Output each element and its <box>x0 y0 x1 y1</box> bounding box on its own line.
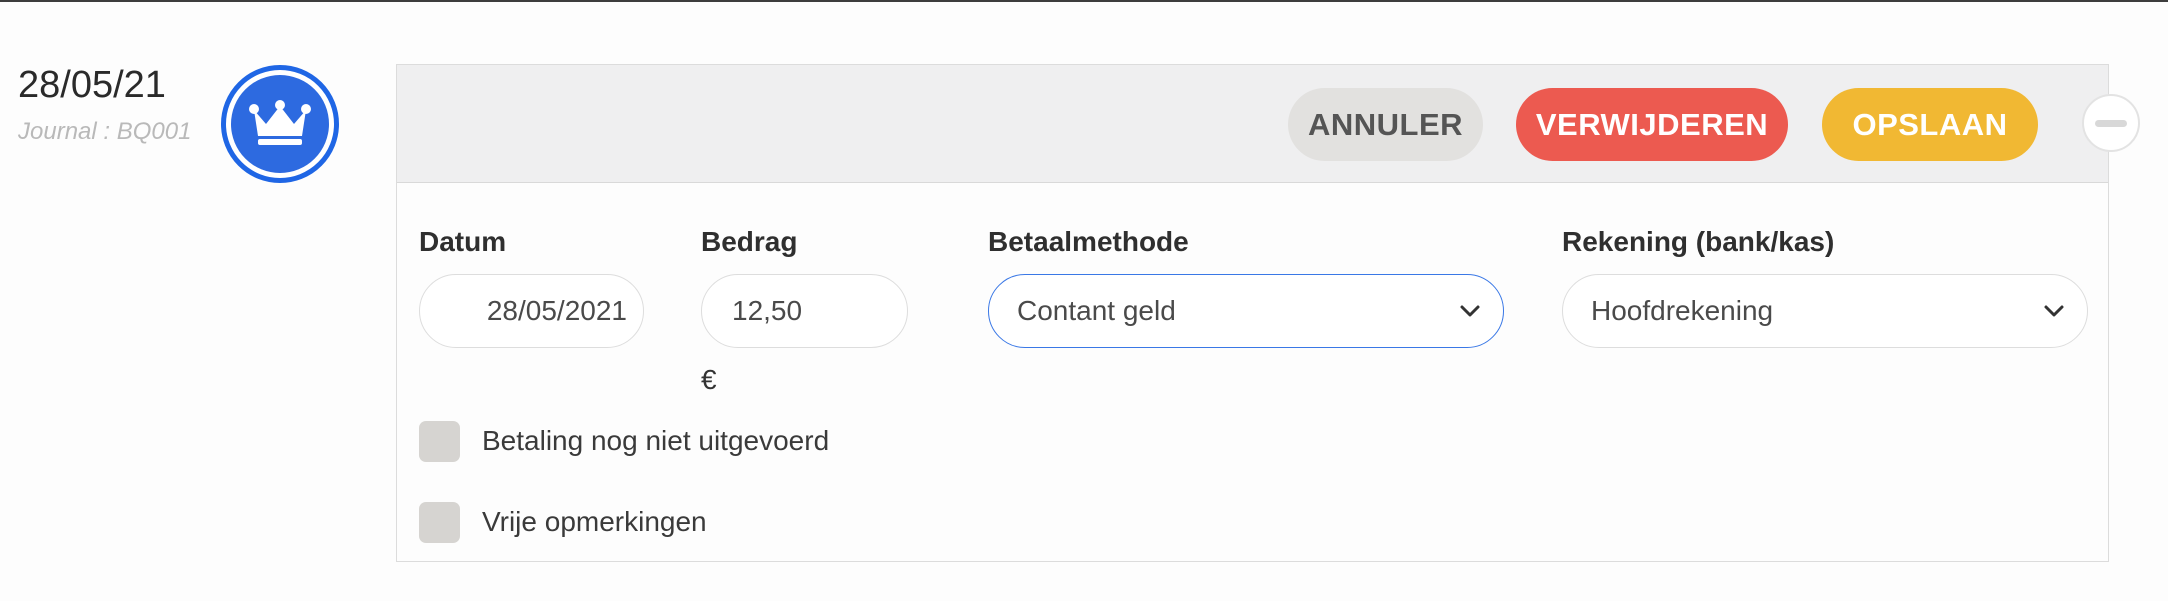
entry-date: 28/05/21 <box>18 64 166 106</box>
chevron-down-icon <box>2044 305 2064 317</box>
free-remarks-label[interactable]: Vrije opmerkingen <box>482 506 707 538</box>
account-value: Hoofdrekening <box>1591 295 1774 326</box>
crown-badge <box>221 65 339 183</box>
account-select[interactable]: Hoofdrekening <box>1562 274 2088 348</box>
amount-field[interactable]: 12,50 <box>701 274 908 348</box>
delete-button[interactable]: VERWIJDEREN <box>1516 88 1788 161</box>
save-button[interactable]: OPSLAAN <box>1822 88 2038 161</box>
free-remarks-checkbox[interactable] <box>419 501 460 543</box>
crown-icon <box>231 75 329 173</box>
panel-header: ANNULER VERWIJDEREN OPSLAAN <box>397 65 2108 183</box>
amount-label: Bedrag <box>701 226 798 257</box>
not-executed-label[interactable]: Betaling nog niet uitgevoerd <box>482 425 829 457</box>
payment-method-value: Contant geld <box>1017 295 1176 326</box>
date-label: Datum <box>419 226 507 257</box>
date-field[interactable]: 28/05/2021 <box>419 274 644 348</box>
journal-label: Journal : BQ001 <box>18 118 192 145</box>
top-border <box>0 0 2168 2</box>
currency-symbol: € <box>701 364 717 395</box>
collapse-button[interactable] <box>2082 94 2140 152</box>
chevron-down-icon <box>1460 305 1480 317</box>
cancel-button[interactable]: ANNULER <box>1288 88 1483 161</box>
payment-method-select[interactable]: Contant geld <box>988 274 1504 348</box>
payment-method-label: Betaalmethode <box>988 226 1189 257</box>
not-executed-row: Betaling nog niet uitgevoerd <box>419 420 829 462</box>
account-label: Rekening (bank/kas) <box>1562 226 1835 257</box>
free-remarks-row: Vrije opmerkingen <box>419 501 707 543</box>
minus-icon <box>2095 119 2127 127</box>
not-executed-checkbox[interactable] <box>419 420 460 462</box>
